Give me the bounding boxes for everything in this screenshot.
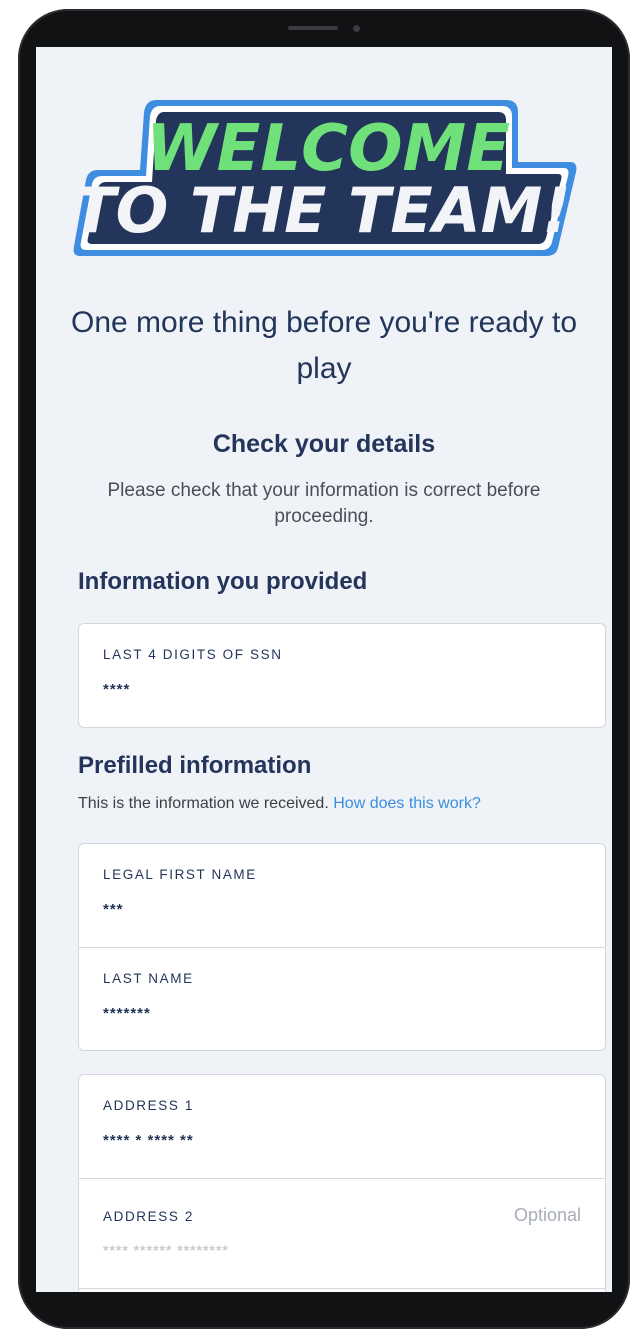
optional-tag: Optional <box>513 1205 581 1225</box>
next-field[interactable] <box>79 1288 605 1292</box>
provided-card: LAST 4 DIGITS OF SSN **** <box>78 623 606 728</box>
last-name-field[interactable]: LAST NAME ******* <box>79 947 605 1050</box>
field-label: ADDRESS 1 <box>103 1098 194 1113</box>
page-headline: One more thing before you're ready to pl… <box>70 306 577 385</box>
address1-field[interactable]: ADDRESS 1 **** * **** ** <box>79 1075 605 1178</box>
prefilled-description: This is the information we received. How… <box>78 795 481 813</box>
address-card: ADDRESS 1 **** * **** ** ADDRESS 2 Optio… <box>78 1074 606 1292</box>
address2-field[interactable]: ADDRESS 2 Optional **** ****** ******** <box>79 1178 605 1288</box>
prefilled-description-text: This is the information we received. <box>78 795 329 812</box>
check-details-title: Check your details <box>212 430 436 458</box>
field-label: LEGAL FIRST NAME <box>103 867 257 882</box>
how-does-this-work-link[interactable]: How does this work? <box>333 795 481 812</box>
phone-speaker <box>288 26 338 30</box>
logo-line2: TO THE TEAM! <box>73 174 570 247</box>
provided-section-title: Information you provided <box>78 568 368 595</box>
field-value: ******* <box>103 1005 151 1022</box>
check-details-description: Please check that your information is co… <box>107 480 541 527</box>
ssn-field[interactable]: LAST 4 DIGITS OF SSN **** <box>79 624 605 727</box>
field-placeholder: **** ****** ******** <box>103 1242 229 1258</box>
field-label: ADDRESS 2 <box>103 1209 194 1224</box>
field-value: **** <box>103 681 131 698</box>
field-label: LAST NAME <box>103 971 194 986</box>
phone-camera <box>353 25 360 32</box>
app-screen: WELCOME TO THE TEAM! One more thing befo… <box>36 47 612 1292</box>
phone-frame: WELCOME TO THE TEAM! One more thing befo… <box>18 9 630 1329</box>
field-value: **** * **** ** <box>103 1132 194 1149</box>
welcome-logo: WELCOME TO THE TEAM! <box>73 100 577 256</box>
name-card: LEGAL FIRST NAME *** LAST NAME ******* <box>78 843 606 1051</box>
prefilled-section-title: Prefilled information <box>78 752 312 779</box>
first-name-field[interactable]: LEGAL FIRST NAME *** <box>79 844 605 947</box>
field-value: *** <box>103 901 124 918</box>
field-label: LAST 4 DIGITS OF SSN <box>103 647 283 662</box>
